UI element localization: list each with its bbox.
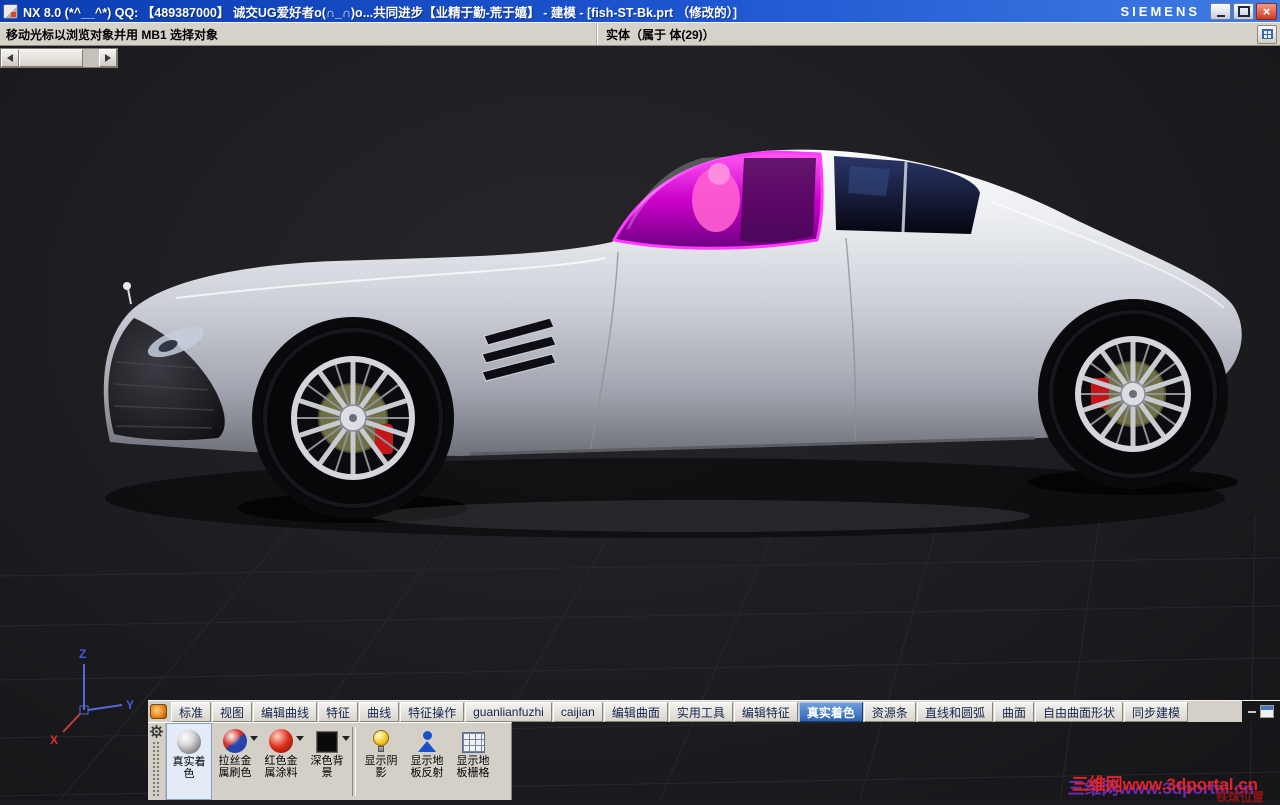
status-bar-toggle-button[interactable]: [1257, 24, 1277, 44]
grid-icon: [1261, 29, 1273, 39]
black-square-icon: [314, 727, 340, 753]
lightbulb-icon: [368, 727, 394, 753]
tab-caijian[interactable]: caijian: [552, 702, 603, 722]
tab-bar-end: [1242, 701, 1280, 722]
toolbar-tab-bar: 标准 视图 编辑曲线 特征 曲线 特征操作 guanlianfuzhi caij…: [148, 700, 1280, 722]
show-floor-reflection-button[interactable]: 显示地板反射: [404, 723, 450, 800]
tab-utility-tools[interactable]: 实用工具: [668, 702, 733, 722]
tab-synchronous-modeling[interactable]: 同步建模: [1123, 702, 1188, 722]
realistic-shading-button[interactable]: 真实着色: [166, 723, 212, 800]
tab-edit-feature[interactable]: 编辑特征: [733, 702, 798, 722]
rear-windows: [834, 156, 980, 234]
tab-edit-curve[interactable]: 编辑曲线: [253, 702, 318, 722]
tab-line-and-arc[interactable]: 直线和圆弧: [916, 702, 993, 722]
show-shadow-button[interactable]: 显示阴影: [358, 723, 404, 800]
app-icon[interactable]: [3, 3, 18, 19]
gear-icon[interactable]: [150, 725, 163, 738]
selection-status-text: 实体（属于 体(29)）: [606, 27, 715, 42]
toolbar-item-label: 显示地板栅格: [456, 755, 490, 779]
show-floor-grid-button[interactable]: 显示地板栅格: [450, 723, 496, 800]
nx-application-window: { "window": { "title": "NX 8.0 (*^__^*) …: [0, 0, 1280, 804]
toolbar-item-label: 深色背景: [310, 755, 344, 779]
drag-handle[interactable]: [152, 741, 161, 797]
view-triad: Z Y X: [50, 647, 134, 747]
tab-standard[interactable]: 标准: [171, 702, 212, 722]
toolbar-item-label: 显示阴影: [364, 755, 398, 779]
tab-edit-surface[interactable]: 编辑曲面: [603, 702, 668, 722]
toolbar-grip: [148, 723, 166, 800]
person-icon: [414, 727, 440, 753]
tab-surface[interactable]: 曲面: [993, 702, 1034, 722]
grid-icon: [460, 727, 486, 753]
graphics-viewport[interactable]: Z Y X: [0, 46, 1280, 800]
tab-realistic-shading[interactable]: 真实着色: [798, 702, 863, 722]
siemens-logo: SIEMENS: [1120, 3, 1200, 19]
tab-feature-operation[interactable]: 特征操作: [400, 702, 465, 722]
red-metallic-paint-button[interactable]: 红色金属涂料: [258, 723, 304, 800]
horizontal-scrollbar: [0, 48, 118, 68]
dropdown-arrow-icon[interactable]: [296, 736, 304, 741]
minimize-button[interactable]: [1210, 2, 1231, 20]
front-wheel: [261, 326, 445, 510]
axis-y-label: Y: [126, 698, 134, 712]
toolbar-item-label: 显示地板反射: [410, 755, 444, 779]
scrollbar-thumb[interactable]: [19, 49, 83, 67]
tab-freeform-surface-shape[interactable]: 自由曲面形状: [1034, 702, 1123, 722]
shading-toolbar: 真实着色 拉丝金属刷色 红色金属涂料 深色背景 显示阴影 显示地板反射 显示地板…: [148, 722, 512, 800]
window-buttons: ×: [1210, 2, 1280, 20]
3d-scene: Z Y X: [0, 149, 1280, 800]
highlighted-canopy: [612, 150, 824, 250]
message-bar: 移动光标以浏览对象并用 MB1 选择对象 实体（属于 体(29)）: [0, 22, 1280, 46]
gray-sphere-icon: [176, 728, 202, 754]
title-bar: NX 8.0 (*^__^*) QQ: 【489387000】 诚交UG爱好者o…: [0, 0, 1280, 22]
tab-curve[interactable]: 曲线: [359, 702, 400, 722]
brushed-metal-button[interactable]: 拉丝金属刷色: [212, 723, 258, 800]
tab-view[interactable]: 视图: [212, 702, 253, 722]
nx-icon[interactable]: [150, 704, 167, 719]
left-arrow-icon: [7, 54, 13, 62]
right-arrow-icon: [105, 54, 111, 62]
minimize-panel-icon[interactable]: [1248, 710, 1256, 713]
dropdown-arrow-icon[interactable]: [342, 736, 350, 741]
axis-x-label: X: [50, 733, 58, 747]
scroll-right-button[interactable]: [99, 49, 117, 67]
tab-feature[interactable]: 特征: [318, 702, 359, 722]
red-sphere-icon: [268, 727, 294, 753]
prompt-text: 移动光标以浏览对象并用 MB1 选择对象: [0, 23, 598, 45]
window-title: NX 8.0 (*^__^*) QQ: 【489387000】 诚交UG爱好者o…: [23, 5, 737, 20]
dock-panel-icon[interactable]: [1260, 705, 1274, 718]
tab-resource-bar[interactable]: 资源条: [863, 702, 916, 722]
tab-guanlianfuzhi[interactable]: guanlianfuzhi: [465, 702, 552, 722]
close-button[interactable]: ×: [1256, 2, 1277, 20]
toolbar-separator: [352, 727, 356, 796]
red-blue-sphere-icon: [222, 727, 248, 753]
watermark-sub-text: 铁球位置: [1215, 790, 1264, 804]
scroll-left-button[interactable]: [1, 49, 19, 67]
scrollbar-track[interactable]: [83, 49, 99, 67]
maximize-button[interactable]: [1233, 2, 1254, 20]
toolbar-item-label: 拉丝金属刷色: [218, 755, 252, 779]
dropdown-arrow-icon[interactable]: [250, 736, 258, 741]
toolbar-item-label: 红色金属涂料: [264, 755, 298, 779]
rear-wheel: [1047, 308, 1219, 480]
tab-bar-filler: [1188, 701, 1242, 722]
axis-z-label: Z: [79, 647, 86, 661]
dark-background-button[interactable]: 深色背景: [304, 723, 350, 800]
toolbar-item-label: 真实着色: [172, 756, 206, 780]
